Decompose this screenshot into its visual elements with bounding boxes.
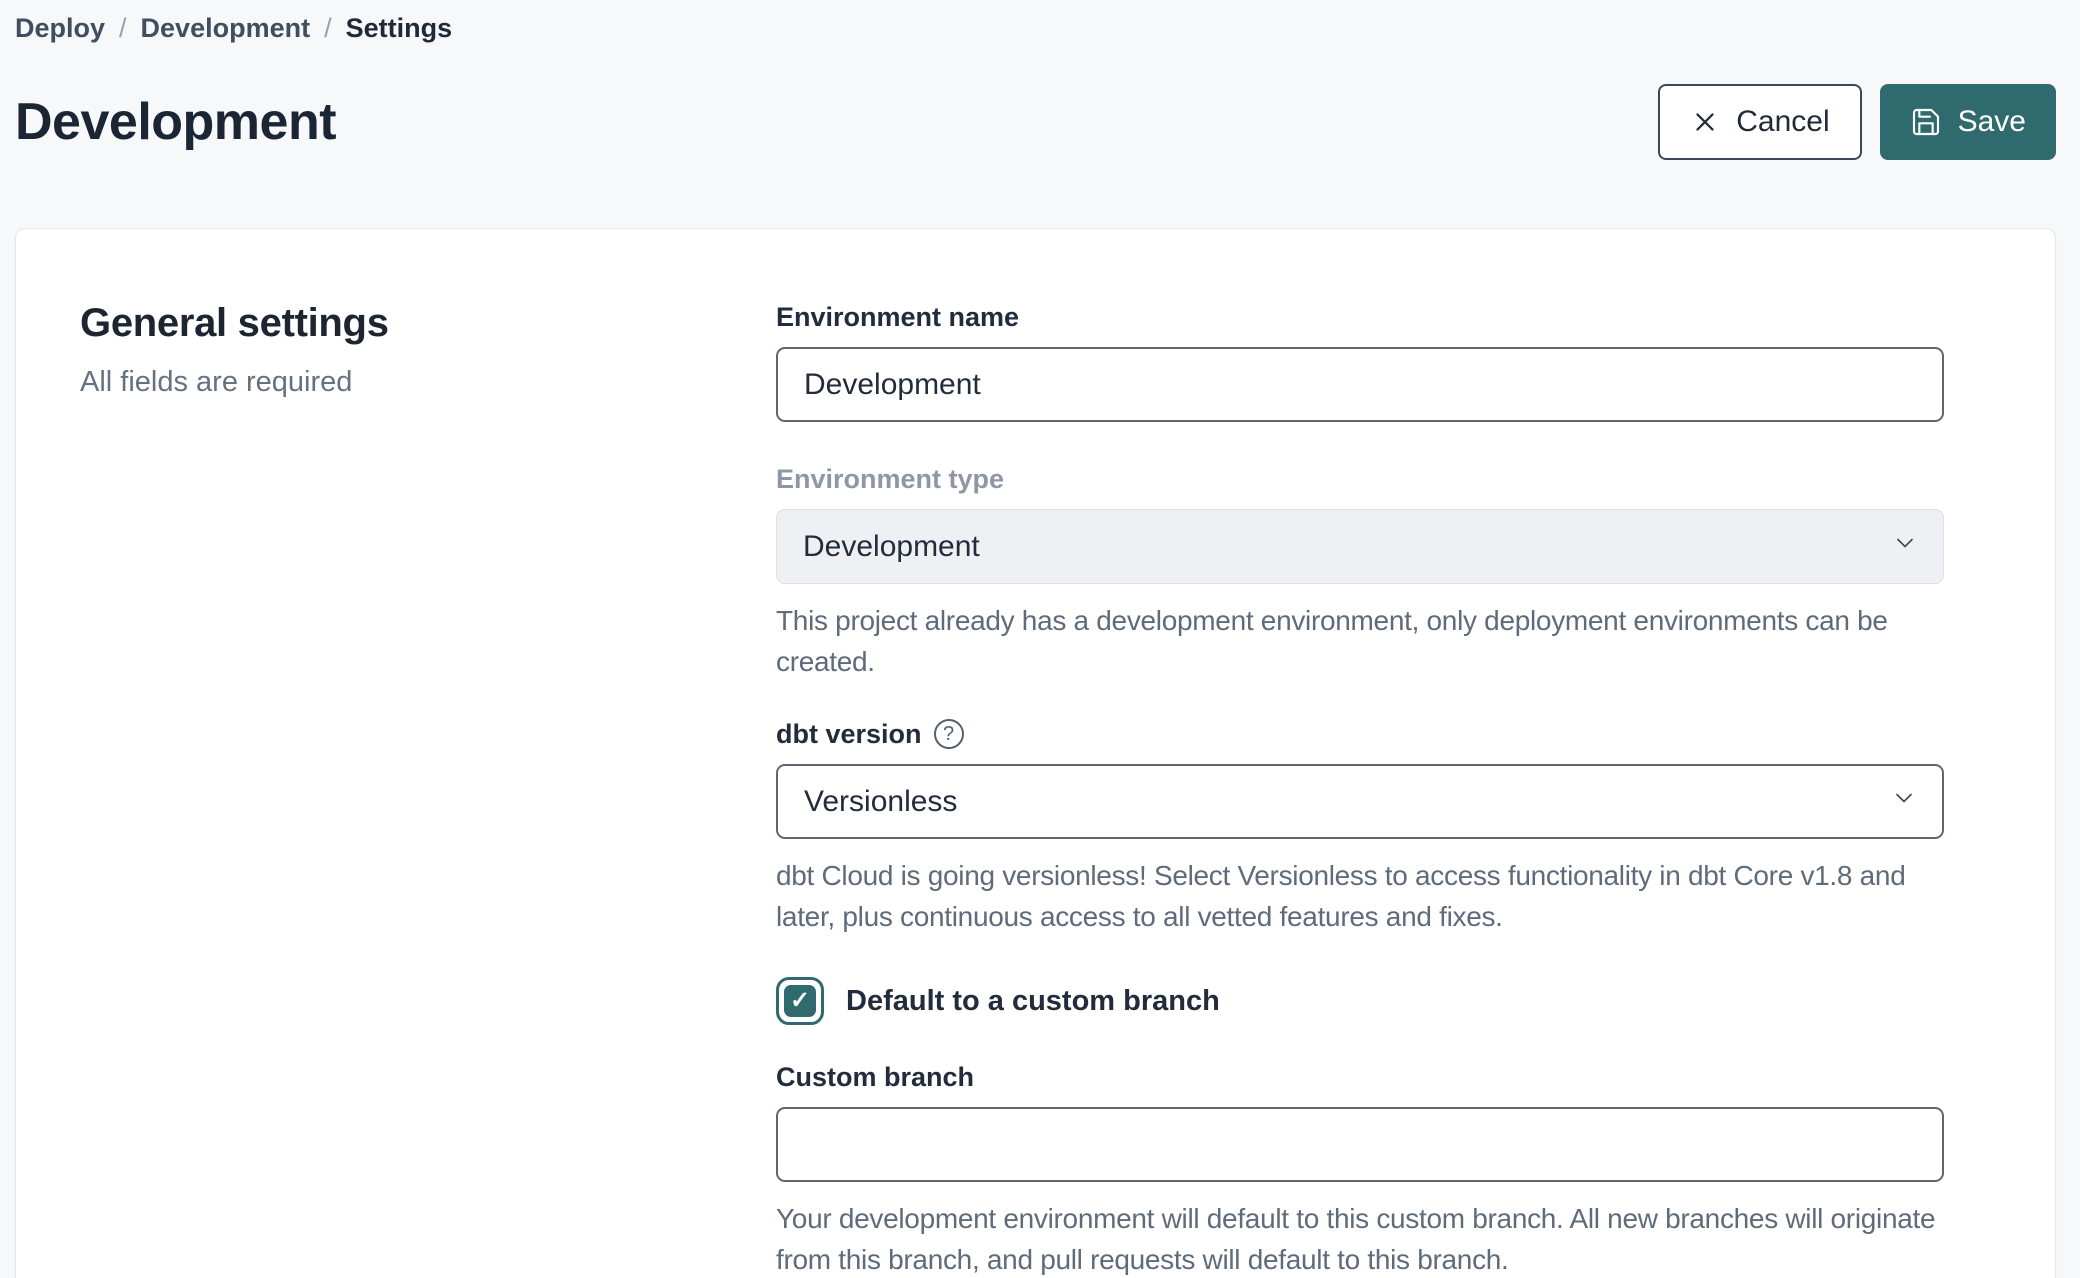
environment-name-group: Environment name [776,301,1944,422]
custom-branch-checkbox[interactable]: ✓ [776,977,824,1025]
environment-type-select: Development [776,509,1944,584]
environment-name-input[interactable] [776,347,1944,422]
dbt-version-label: dbt version [776,718,922,750]
section-title: General settings [80,301,776,346]
cancel-button[interactable]: Cancel [1658,84,1861,160]
environment-type-group: Environment type Development This projec… [776,463,1944,682]
general-settings-card: General settings All fields are required… [15,228,2056,1278]
x-icon [1690,107,1720,137]
breadcrumb: Deploy / Development / Settings [15,10,2056,46]
save-button[interactable]: Save [1880,84,2056,160]
breadcrumb-item-settings: Settings [346,10,453,46]
custom-branch-toggle-label[interactable]: Default to a custom branch [846,985,1220,1018]
page-title: Development [15,92,336,152]
check-icon: ✓ [784,985,816,1017]
cancel-button-label: Cancel [1736,105,1829,139]
question-circle-icon[interactable]: ? [934,719,964,749]
dbt-version-group: dbt version ? Versionless dbt Cloud is g… [776,718,1944,937]
environment-type-label: Environment type [776,463,1944,495]
section-subtitle: All fields are required [80,366,776,399]
chevron-down-icon [1891,529,1919,565]
section-intro: General settings All fields are required [80,301,776,1278]
breadcrumb-separator: / [119,10,127,46]
chevron-down-icon [1890,784,1918,820]
floppy-disk-icon [1910,106,1942,138]
environment-name-label: Environment name [776,301,1944,333]
custom-branch-label: Custom branch [776,1061,1944,1093]
dbt-version-help: dbt Cloud is going versionless! Select V… [776,855,1944,937]
environment-type-value: Development [803,530,980,564]
environment-type-help: This project already has a development e… [776,600,1944,682]
dbt-version-value: Versionless [804,785,957,819]
settings-form: Environment name Environment type Develo… [776,301,1944,1278]
header-actions: Cancel Save [1658,84,2056,160]
save-button-label: Save [1958,105,2026,139]
custom-branch-group: Custom branch Your development environme… [776,1061,1944,1278]
dbt-version-select[interactable]: Versionless [776,764,1944,839]
custom-branch-input[interactable] [776,1107,1944,1182]
custom-branch-toggle-row: ✓ Default to a custom branch [776,977,1944,1025]
breadcrumb-item-development[interactable]: Development [141,10,311,46]
page-header: Deploy / Development / Settings Developm… [0,0,2080,160]
breadcrumb-separator: / [324,10,332,46]
custom-branch-help: Your development environment will defaul… [776,1198,1944,1278]
title-row: Development Cancel [15,84,2056,160]
breadcrumb-item-deploy[interactable]: Deploy [15,10,105,46]
dbt-version-label-row: dbt version ? [776,718,1944,750]
